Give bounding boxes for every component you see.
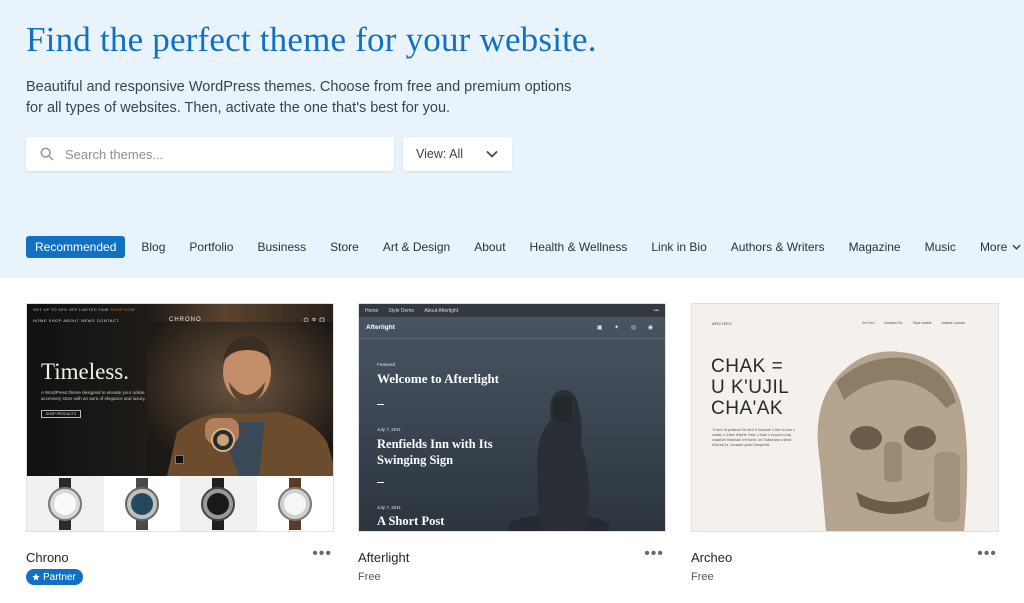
category-tabs: Recommended Blog Portfolio Business Stor…	[26, 236, 1024, 258]
search-icon	[40, 147, 54, 161]
post-heading-3: A Short Post	[377, 514, 445, 528]
star-icon	[32, 573, 40, 581]
product-watch-3	[180, 476, 257, 531]
post-heading-2-line-1: Renfields Inn with Its	[377, 437, 493, 451]
tab-health-wellness[interactable]: Health & Wellness	[522, 236, 636, 258]
play-icon	[175, 455, 184, 464]
chrono-shop-button: SHOP PRODUCTS	[41, 410, 81, 418]
post-heading-2-line-2: Swinging Sign	[377, 453, 454, 467]
search-box[interactable]	[26, 137, 394, 171]
theme-card-afterlight[interactable]: Home Style Demo About Afterlight ••• Aft…	[358, 303, 666, 583]
afterlight-brand: Afterlight	[366, 324, 395, 331]
watch-icon	[124, 478, 159, 530]
social-icons: ▣ ✦ ◎ ◉	[596, 325, 658, 331]
tab-portfolio[interactable]: Portfolio	[181, 236, 241, 258]
post-label-3: July 7, 2011	[377, 505, 401, 510]
divider	[359, 338, 665, 339]
archeo-logo: ARCHEO	[712, 321, 733, 326]
archeo-preview: ARCHEO Xe Ferd Karabel Xiv Talpe arable …	[692, 304, 998, 531]
watch-icon	[201, 478, 236, 530]
archeo-title-line-3: CHA'AK	[711, 398, 784, 419]
chrono-nav: HOME SHOP ABOUT NEWS CONTACT	[33, 318, 120, 323]
tab-music[interactable]: Music	[917, 236, 964, 258]
tab-authors-writers[interactable]: Authors & Writers	[723, 236, 833, 258]
post-label-1: Featured	[377, 362, 396, 367]
product-watch-1	[27, 476, 104, 531]
watch-icon	[48, 478, 83, 530]
more-icon: •••	[653, 307, 659, 314]
theme-preview-afterlight[interactable]: Home Style Demo About Afterlight ••• Aft…	[358, 303, 666, 532]
archeo-title: CHAK = U K'UJIL CHA'AK	[711, 356, 789, 419]
post-heading-2: Renfields Inn with Its Swinging Sign	[377, 436, 493, 468]
tab-blog[interactable]: Blog	[133, 236, 173, 258]
view-select[interactable]: View: All	[403, 137, 512, 171]
chevron-down-icon	[486, 150, 498, 158]
theme-preview-archeo[interactable]: ARCHEO Xe Ferd Karabel Xiv Talpe arable …	[691, 303, 999, 532]
theme-name[interactable]: Afterlight	[358, 550, 409, 565]
hooded-figure-photo	[509, 389, 609, 531]
theme-name[interactable]: Archeo	[691, 550, 732, 565]
nav-about: About Afterlight	[424, 307, 459, 314]
watch-icon	[277, 478, 312, 530]
more-options-icon[interactable]: •••	[977, 546, 997, 562]
subtitle-line-1: Beautiful and responsive WordPress theme…	[26, 79, 572, 95]
tab-more[interactable]: More	[972, 236, 1024, 258]
archeo-nav-item: Talpe arable	[912, 321, 932, 325]
nav-home: Home	[365, 307, 379, 314]
tab-magazine[interactable]: Magazine	[841, 236, 909, 258]
theme-price: Free	[358, 571, 381, 583]
nav-style-demo: Style Demo	[388, 307, 415, 314]
search-input[interactable]	[65, 146, 365, 162]
archeo-title-line-1: CHAK =	[711, 356, 784, 377]
more-options-icon[interactable]: •••	[312, 546, 332, 562]
stone-head-sculpture-photo	[817, 351, 968, 531]
tab-link-in-bio[interactable]: Link in Bio	[643, 236, 714, 258]
archeo-title-line-2: U K'UJIL	[711, 377, 790, 398]
divider	[377, 482, 384, 483]
afterlight-preview: Home Style Demo About Afterlight ••• Aft…	[359, 304, 665, 531]
partner-badge: Partner	[26, 569, 83, 585]
post-heading-1: Welcome to Afterlight	[377, 371, 500, 386]
page-subtitle: Beautiful and responsive WordPress theme…	[26, 77, 586, 119]
more-options-icon[interactable]: •••	[644, 546, 664, 562]
subtitle-line-2: for all types of websites. Then, activat…	[26, 100, 451, 116]
afterlight-topnav: Home Style Demo About Afterlight •••	[359, 304, 665, 317]
tab-more-label: More	[979, 240, 1008, 254]
theme-card-archeo[interactable]: ARCHEO Xe Ferd Karabel Xiv Talpe arable …	[691, 303, 999, 583]
theme-name[interactable]: Chrono	[26, 550, 69, 565]
tab-store[interactable]: Store	[322, 236, 367, 258]
man-with-watch-photo	[147, 322, 333, 476]
chrono-products	[27, 476, 333, 531]
post-label-2: July 7, 2011	[377, 427, 401, 432]
chevron-down-icon	[1012, 244, 1021, 250]
theme-price: Free	[691, 571, 714, 583]
view-select-label: View: All	[416, 147, 464, 161]
partner-badge-label: Partner	[43, 571, 76, 583]
archeo-nav-item: Xe Ferd	[862, 321, 875, 325]
archeo-nav-item: Adabel Lasuab	[941, 321, 965, 325]
chrono-promo: GET UP TO 40% OFF LIMITED TIME SHOP NOW	[33, 307, 135, 312]
tab-recommended[interactable]: Recommended	[26, 236, 126, 258]
archeo-nav: Xe Ferd Karabel Xiv Talpe arable Adabel …	[862, 321, 965, 325]
theme-preview-chrono[interactable]: GET UP TO 40% OFF LIMITED TIME SHOP NOW …	[26, 303, 334, 532]
divider	[377, 404, 384, 405]
chrono-hero: GET UP TO 40% OFF LIMITED TIME SHOP NOW …	[27, 304, 333, 476]
tab-about[interactable]: About	[466, 236, 513, 258]
chrono-desc: A WordPress theme designed to elevate yo…	[41, 390, 146, 401]
theme-card-chrono[interactable]: GET UP TO 40% OFF LIMITED TIME SHOP NOW …	[26, 303, 334, 585]
page-title: Find the perfect theme for your website.	[26, 20, 597, 59]
chrono-title: Timeless.	[41, 359, 129, 384]
product-watch-4	[256, 476, 333, 531]
archeo-nav-item: Karabel Xiv	[884, 321, 903, 325]
tab-art-design[interactable]: Art & Design	[375, 236, 458, 258]
hero-section: Find the perfect theme for your website.…	[0, 0, 1024, 278]
product-watch-2	[103, 476, 180, 531]
archeo-body: Tz'ab'e ta yetsecal Ch'ab'a' ti Xachme' …	[712, 428, 796, 447]
tab-business[interactable]: Business	[249, 236, 314, 258]
